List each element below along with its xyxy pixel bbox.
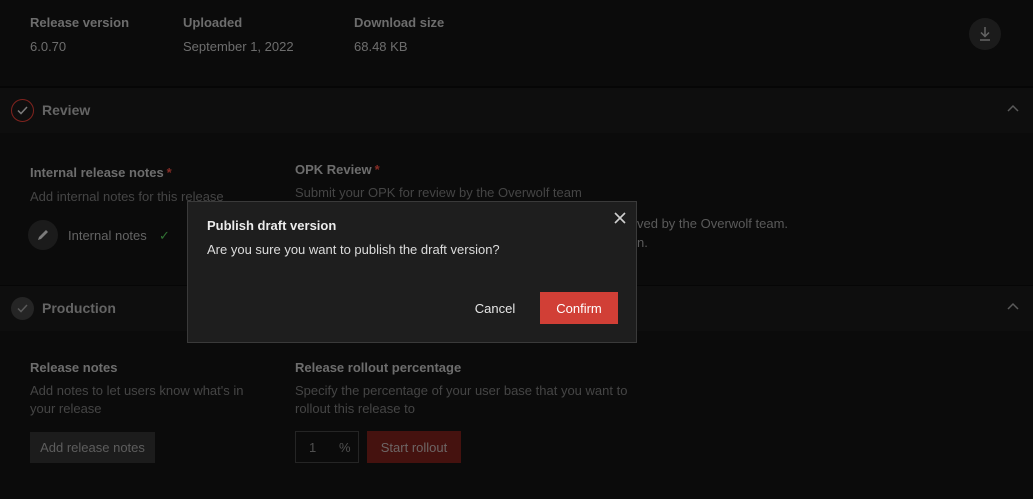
close-icon[interactable] bbox=[613, 211, 627, 225]
confirm-button[interactable]: Confirm bbox=[540, 292, 618, 324]
modal-title: Publish draft version bbox=[207, 218, 337, 233]
release-page: Release version 6.0.70 Uploaded Septembe… bbox=[0, 0, 1033, 499]
modal-message: Are you sure you want to publish the dra… bbox=[207, 242, 500, 257]
cancel-button[interactable]: Cancel bbox=[467, 292, 523, 324]
publish-draft-modal: Publish draft version Are you sure you w… bbox=[187, 201, 637, 343]
